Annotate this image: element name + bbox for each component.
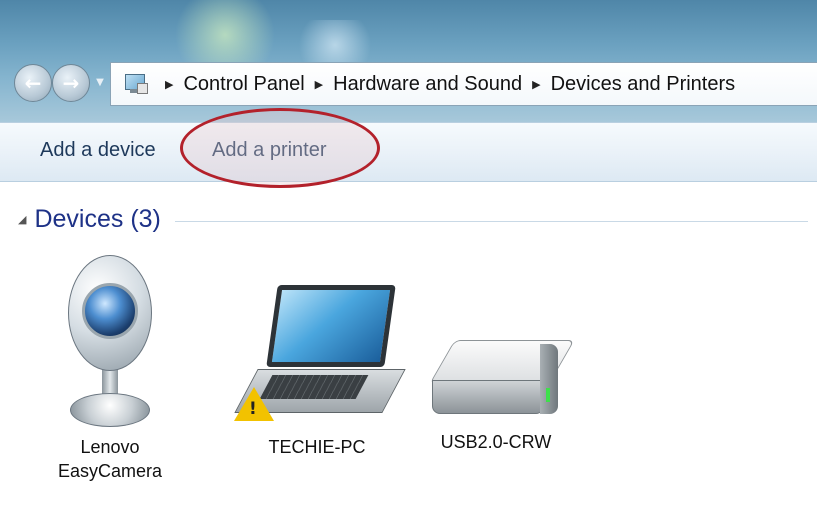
laptop-icon: !: [232, 285, 406, 435]
recent-pages-dropdown[interactable]: ▼: [92, 74, 108, 90]
external-drive-icon: [426, 330, 575, 430]
device-techie-pc[interactable]: ! TECHIE-PC: [232, 285, 406, 459]
back-button[interactable]: ←: [14, 64, 52, 102]
breadcrumb-hardware-and-sound[interactable]: Hardware and Sound: [333, 73, 522, 96]
collapse-triangle-icon[interactable]: ◢: [18, 213, 26, 226]
webcam-icon: [50, 255, 170, 435]
group-divider: [174, 220, 808, 222]
forward-button[interactable]: →: [52, 64, 90, 102]
device-label: TECHIE-PC: [268, 437, 366, 457]
breadcrumb-chevron-icon[interactable]: ▶: [532, 78, 540, 91]
breadcrumb-control-panel[interactable]: Control Panel: [183, 73, 304, 96]
back-arrow-icon: ←: [24, 71, 42, 95]
device-lenovo-easycamera[interactable]: Lenovo EasyCamera: [50, 255, 170, 483]
add-device-button[interactable]: Add a device: [40, 139, 156, 162]
device-usb2-crw[interactable]: USB2.0-CRW: [426, 330, 575, 454]
devices-group-header[interactable]: ◢ Devices (3): [18, 203, 808, 235]
highlight-annotation-ring: [180, 108, 380, 188]
device-label: USB2.0-CRW: [440, 432, 552, 452]
chevron-down-icon: ▼: [96, 76, 104, 88]
address-bar[interactable]: ▶ Control Panel ▶ Hardware and Sound ▶ D…: [110, 62, 817, 106]
window-title-area: ← → ▼ ▶ Control Panel ▶ Hardware and Sou…: [0, 0, 817, 122]
control-panel-icon[interactable]: [123, 72, 149, 96]
breadcrumb-devices-and-printers[interactable]: Devices and Printers: [551, 73, 736, 96]
warning-exclamation-icon: !: [249, 399, 257, 419]
breadcrumb-chevron-icon[interactable]: ▶: [165, 78, 173, 91]
device-label: EasyCamera: [57, 461, 163, 481]
command-bar: Add a device Add a printer: [0, 122, 817, 182]
group-title: Devices (3): [34, 204, 161, 233]
device-label: Lenovo: [80, 437, 140, 457]
breadcrumb-chevron-icon[interactable]: ▶: [315, 78, 323, 91]
forward-arrow-icon: →: [62, 71, 80, 95]
